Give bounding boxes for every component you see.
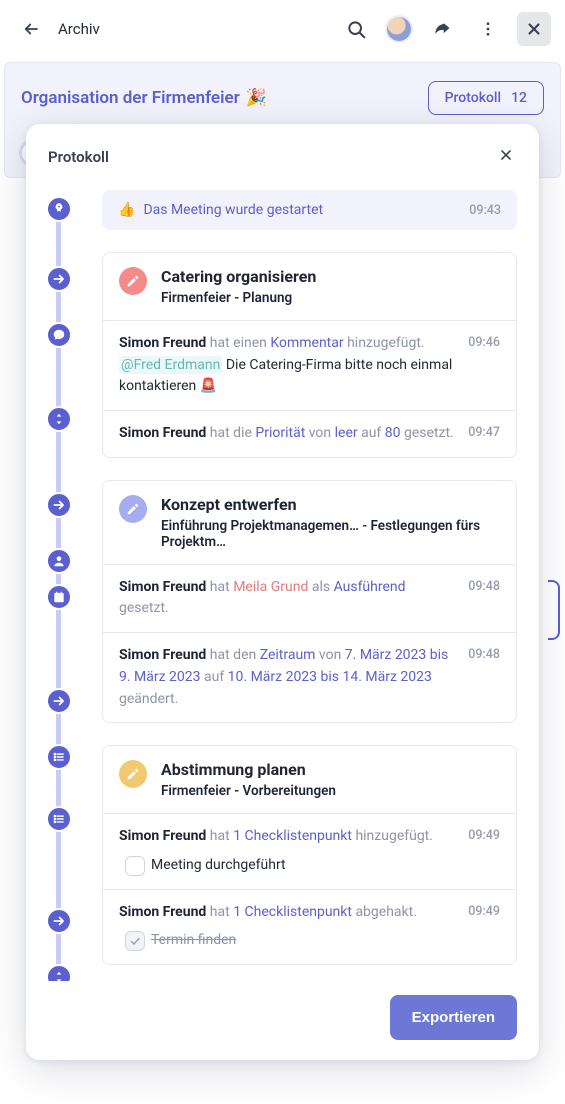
start-text: 👍Das Meeting wurde gestartet (118, 202, 323, 218)
start-time: 09:43 (469, 203, 501, 218)
marker-check_add-icon (46, 744, 72, 770)
protokoll-count: 12 (511, 90, 527, 106)
checkbox-checked-icon[interactable] (125, 931, 145, 951)
card-breadcrumb: Einführung Projektmanagemen… - Festlegun… (161, 518, 500, 550)
modal-footer: Exportieren (26, 981, 539, 1060)
protokoll-label: Protokoll (445, 90, 501, 106)
marker-priority-icon (46, 964, 72, 981)
actor-name: Simon Freund (119, 425, 206, 441)
card-title: Catering organisieren (161, 267, 316, 286)
marker-assignee-icon (46, 548, 72, 574)
card-header[interactable]: Catering organisieren Firmenfeier - Planu… (103, 253, 516, 321)
meeting-title-text: Organisation der Firmenfeier (21, 88, 240, 108)
share-icon[interactable] (425, 12, 459, 46)
card-title: Konzept entwerfen (161, 495, 500, 514)
mention[interactable]: @Fred Erdmann (119, 356, 222, 374)
pencil-icon (119, 760, 147, 788)
row-time: 09:49 (468, 902, 500, 952)
marker-card-icon (46, 266, 72, 292)
card-row: Simon Freund hat einen Kommentar hinzuge… (103, 321, 516, 411)
assignee-name[interactable]: Meila Grund (233, 579, 308, 595)
checklist-item: Meeting durchgeführt (125, 855, 454, 877)
row-time: 09:46 (468, 333, 500, 398)
export-button[interactable]: Exportieren (390, 995, 517, 1040)
card-header[interactable]: Abstimmung planen Firmenfeier - Vorbereit… (103, 746, 516, 814)
avatar[interactable] (385, 15, 413, 43)
protokoll-modal: Protokoll 👍Das Meeting wurde gestartet 09… (26, 124, 539, 1060)
search-icon[interactable] (339, 12, 373, 46)
card-breadcrumb: Firmenfeier - Vorbereitungen (161, 783, 336, 799)
marker-start-icon (46, 196, 72, 222)
protokoll-badge[interactable]: Protokoll 12 (428, 81, 544, 115)
checkbox-unchecked-icon[interactable] (125, 856, 145, 876)
card-breadcrumb: Firmenfeier - Planung (161, 290, 316, 306)
marker-comment-icon (46, 322, 72, 348)
actor-name: Simon Freund (119, 647, 206, 663)
start-block: 👍Das Meeting wurde gestartet 09:43 (102, 190, 517, 230)
marker-card-icon (46, 688, 72, 714)
more-icon[interactable] (471, 12, 505, 46)
party-icon: 🎉 (246, 88, 267, 108)
modal-close-icon[interactable] (495, 144, 517, 170)
timeline-card: Konzept entwerfen Einführung Projektmanag… (102, 480, 517, 723)
marker-card-icon (46, 492, 72, 518)
card-title: Abstimmung planen (161, 760, 336, 779)
marker-priority-icon (46, 406, 72, 432)
card-row: Simon Freund hat 1 Checklistenpunkt hinz… (103, 814, 516, 889)
row-time: 09:49 (468, 826, 500, 876)
close-icon[interactable] (517, 12, 551, 46)
row-time: 09:48 (468, 577, 500, 620)
card-header[interactable]: Konzept entwerfen Einführung Projektmanag… (103, 481, 516, 565)
card-row: Simon Freund hat die Priorität von leer … (103, 411, 516, 457)
row-time: 09:48 (468, 645, 500, 710)
back-icon[interactable] (14, 12, 48, 46)
topbar: Archiv (0, 0, 565, 58)
back-label[interactable]: Archiv (58, 20, 100, 38)
timeline-card: Catering organisieren Firmenfeier - Planu… (102, 252, 517, 458)
marker-check_done-icon (46, 806, 72, 832)
actor-name: Simon Freund (119, 904, 206, 920)
actor-name: Simon Freund (119, 579, 206, 595)
comment-link[interactable]: Kommentar (270, 335, 343, 351)
checklist-item: Termin finden (125, 930, 454, 952)
card-row: Simon Freund hat Meila Grund als Ausführ… (103, 565, 516, 633)
side-edge (548, 580, 560, 640)
row-time: 09:47 (468, 423, 500, 445)
actor-name: Simon Freund (119, 335, 206, 351)
timeline-card: Abstimmung planen Firmenfeier - Vorbereit… (102, 745, 517, 965)
modal-title: Protokoll (48, 148, 109, 166)
thumbs-up-icon: 👍 (118, 202, 135, 218)
marker-card-icon (46, 908, 72, 934)
meeting-title: Organisation der Firmenfeier 🎉 (21, 88, 267, 108)
pencil-icon (119, 495, 147, 523)
marker-dates-icon (46, 584, 72, 610)
card-row: Simon Freund hat 1 Checklistenpunkt abge… (103, 890, 516, 964)
modal-header: Protokoll (26, 124, 539, 184)
card-row: Simon Freund hat den Zeitraum von 7. Mär… (103, 633, 516, 722)
pencil-icon (119, 267, 147, 295)
timeline: 👍Das Meeting wurde gestartet 09:43 Caterin… (26, 190, 539, 981)
actor-name: Simon Freund (119, 828, 206, 844)
